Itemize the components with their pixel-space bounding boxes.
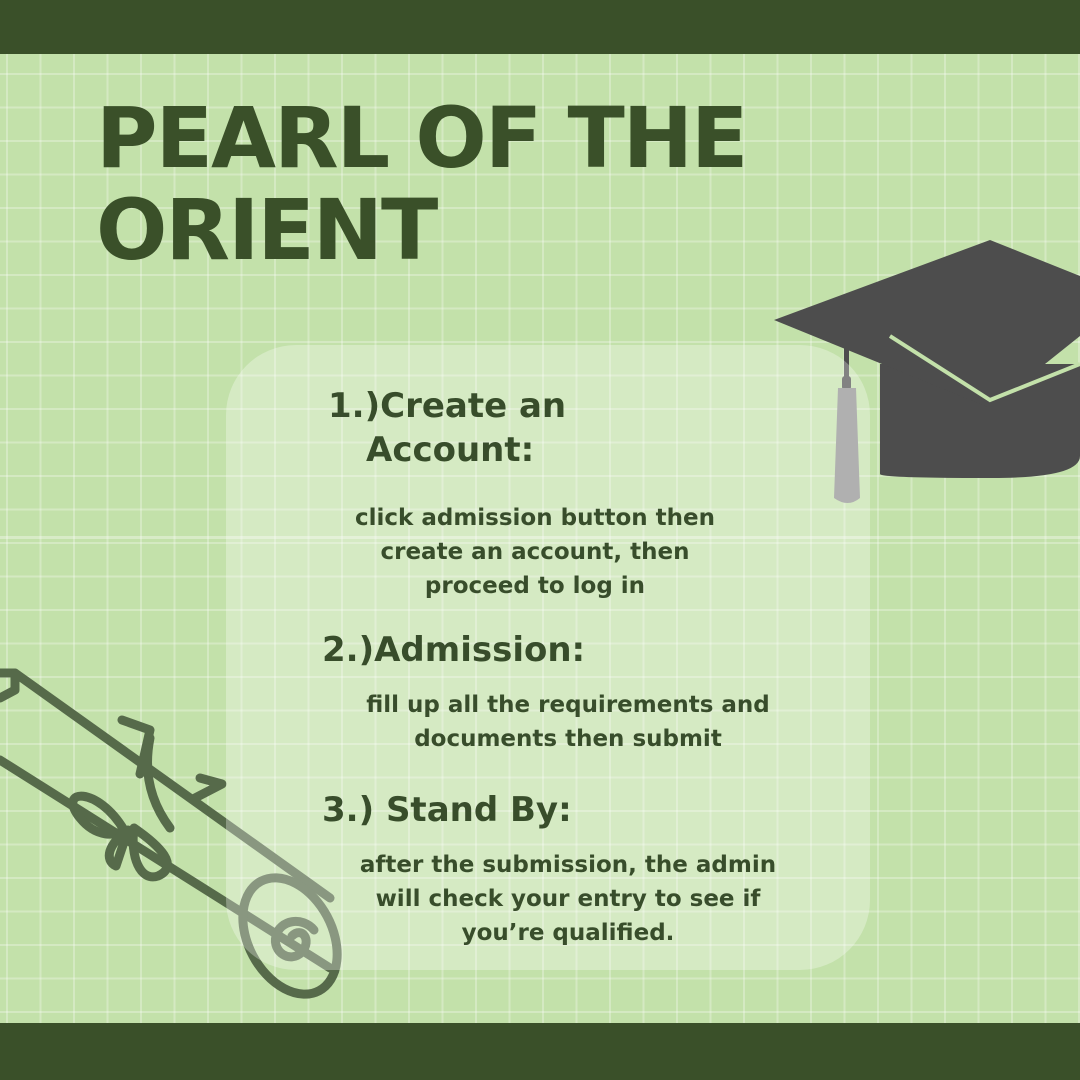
step-1-heading: 1.)Create an Account: [328,384,748,472]
bottom-band [0,1023,1080,1080]
title-line-1: PEARL OF THE [96,89,748,187]
title-line-2: ORIENT [96,181,438,279]
step-2-body-line-1: fill up all the requirements and [366,692,770,718]
step-3-body-line-1: after the submission, the admin [359,852,777,878]
step-1-heading-line-2: Account: [366,430,535,470]
step-2-body-line-2: documents then submit [414,726,722,752]
poster: PEARL OF THE ORIENT 1.)Create an Account… [0,0,1080,1080]
step-1-body: click admission button then create an ac… [300,501,770,603]
step-3-body: after the submission, the admin will che… [318,848,818,950]
top-band [0,0,1080,54]
step-3-body-line-2: will check your entry to see if [375,886,761,912]
step-1-body-line-3: proceed to log in [424,573,646,599]
step-3-body-line-3: you’re qualified. [461,920,675,946]
step-2-body: fill up all the requirements and documen… [318,688,818,756]
step-1-body-line-1: click admission button then [355,505,715,531]
step-3-heading: 3.) Stand By: [322,790,572,830]
step-1-heading-line-1: 1.)Create an [328,386,567,426]
step-2-heading: 2.)Admission: [322,630,586,670]
step-1-body-line-2: create an account, then [380,539,690,565]
